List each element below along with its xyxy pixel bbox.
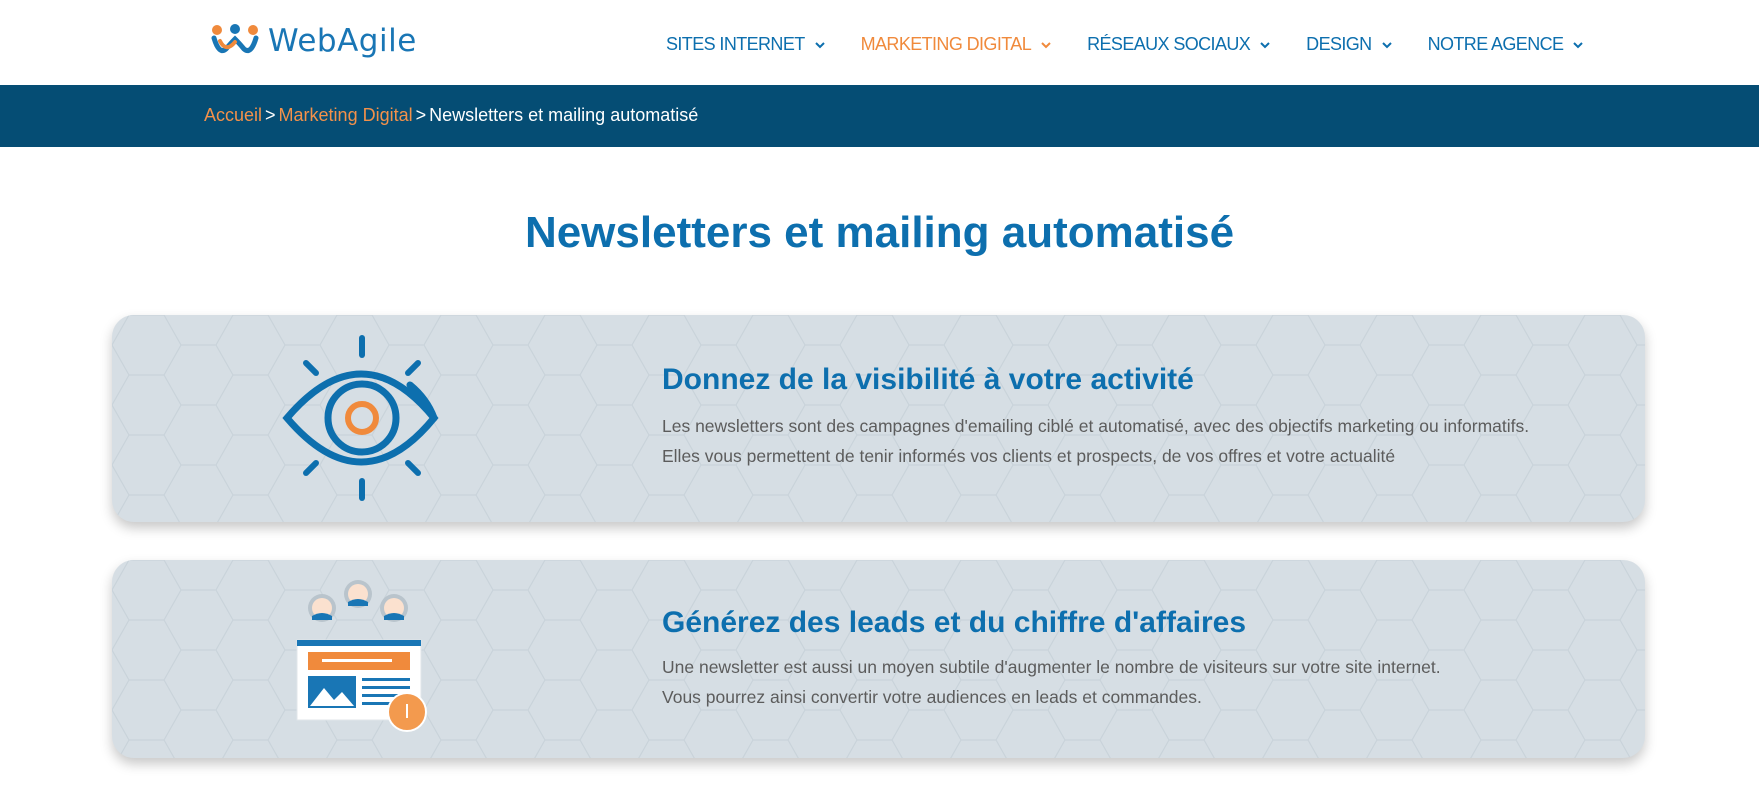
card-title: Générez des leads et du chiffre d'affair… (662, 606, 1247, 639)
nav-label: RÉSEAUX SOCIAUX (1087, 34, 1251, 54)
nav-label: NOTRE AGENCE (1427, 34, 1564, 54)
card-text-line: Vous pourrez ainsi convertir votre audie… (662, 687, 1202, 707)
main-nav: SITES INTERNET MARKETING DIGITAL RÉSEAUX… (666, 34, 1584, 55)
page-title: Newsletters et mailing automatisé (524, 208, 1235, 257)
nav-item-reseaux-sociaux[interactable]: RÉSEAUX SOCIAUX (1087, 34, 1270, 55)
chevron-down-icon (1573, 41, 1584, 48)
logo-link[interactable]: WebAgile (210, 18, 417, 64)
nav-label: MARKETING DIGITAL (860, 34, 1032, 54)
nav-label: SITES INTERNET (666, 34, 805, 54)
card-text-line: Elles vous permettent de tenir informés … (662, 446, 1396, 466)
breadcrumb-section-link[interactable]: Marketing Digital (279, 105, 413, 125)
chevron-down-icon (814, 41, 825, 48)
feature-card-leads: Générez des leads et du chiffre d'affair… (112, 560, 1645, 758)
breadcrumb-home-link[interactable]: Accueil (204, 105, 262, 125)
breadcrumb-separator: > (265, 105, 276, 125)
webagile-logo-icon (211, 24, 259, 54)
card-text-line: Les newsletters sont des campagnes d'ema… (662, 416, 1530, 436)
nav-item-notre-agence[interactable]: NOTRE AGENCE (1428, 34, 1584, 55)
nav-item-design[interactable]: DESIGN (1306, 34, 1392, 55)
card-text: Une newsletter est aussi un moyen subtil… (662, 652, 1441, 712)
chevron-down-icon (1260, 41, 1270, 48)
breadcrumb-separator: > (415, 105, 427, 125)
card-text: Les newsletters sont des campagnes d'ema… (662, 411, 1529, 471)
eye-icon (282, 335, 439, 501)
chevron-down-icon (1041, 41, 1051, 48)
logo-text: WebAgile (268, 23, 417, 59)
site-header: WebAgile SITES INTERNET MARKETING DIGITA… (0, 0, 1759, 85)
nav-item-marketing-digital[interactable]: MARKETING DIGITAL (861, 34, 1052, 55)
breadcrumb-bar: Accueil > Marketing Digital > Newsletters et… (0, 85, 1759, 147)
breadcrumb: Accueil > Marketing Digital > Newsletters et… (204, 105, 698, 126)
breadcrumb-current: Newsletters et mailing automatisé (429, 105, 699, 125)
newsletter-audience-icon (296, 580, 427, 732)
nav-item-sites-internet[interactable]: SITES INTERNET (666, 34, 825, 55)
chevron-down-icon (1381, 41, 1392, 48)
nav-label: DESIGN (1306, 34, 1372, 54)
feature-card-visibility: Donnez de la visibilité à votre activité… (112, 315, 1645, 522)
card-text-line: Une newsletter est aussi un moyen subtil… (662, 657, 1441, 677)
card-title: Donnez de la visibilité à votre activité (662, 363, 1194, 396)
